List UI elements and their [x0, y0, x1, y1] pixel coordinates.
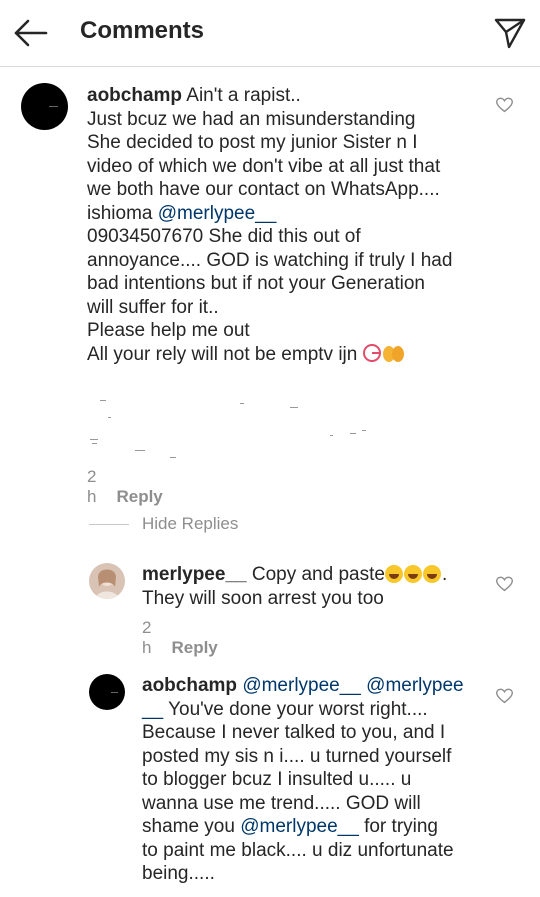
- comment-meta: 2 h Reply: [87, 467, 163, 507]
- reply-button[interactable]: Reply: [116, 487, 162, 506]
- like-heart-icon[interactable]: [496, 97, 513, 113]
- like-heart-icon[interactable]: [496, 576, 513, 592]
- mention-link[interactable]: @merlypee__: [240, 816, 359, 837]
- reply-username[interactable]: merlypee__: [142, 564, 247, 585]
- avatar[interactable]: [89, 563, 125, 599]
- comment-text: aobchamp Ain't a rapist.. Just bcuz we h…: [87, 85, 453, 365]
- mention-link[interactable]: @merlypee__: [158, 203, 277, 224]
- timestamp: 2 h: [87, 467, 97, 506]
- reply-button[interactable]: Reply: [171, 638, 217, 657]
- emoji-icons: [362, 343, 407, 365]
- page-title: Comments: [80, 17, 205, 44]
- avatar[interactable]: [21, 83, 68, 130]
- reply-meta: 2 h Reply: [142, 618, 218, 658]
- faint-marks: [90, 400, 366, 458]
- laughing-emoji-icon: [384, 564, 442, 585]
- timestamp: 2 h: [142, 618, 152, 657]
- back-arrow-icon[interactable]: [12, 15, 50, 51]
- reply-text: aobchamp @merlypee__ @merlypee __ You've …: [142, 675, 464, 884]
- reply-text: merlypee__ Copy and paste. They will soo…: [142, 564, 448, 609]
- hide-replies-label[interactable]: Hide Replies: [142, 514, 238, 534]
- mention-link[interactable]: @merlypee__: [242, 675, 361, 696]
- avatar[interactable]: [89, 674, 125, 710]
- comment-username[interactable]: aobchamp: [87, 85, 182, 106]
- like-heart-icon[interactable]: [496, 688, 513, 704]
- divider-line: [89, 524, 129, 525]
- top-bar: Comments: [0, 0, 540, 67]
- reply-username[interactable]: aobchamp: [142, 675, 237, 696]
- paper-plane-icon[interactable]: [492, 15, 528, 51]
